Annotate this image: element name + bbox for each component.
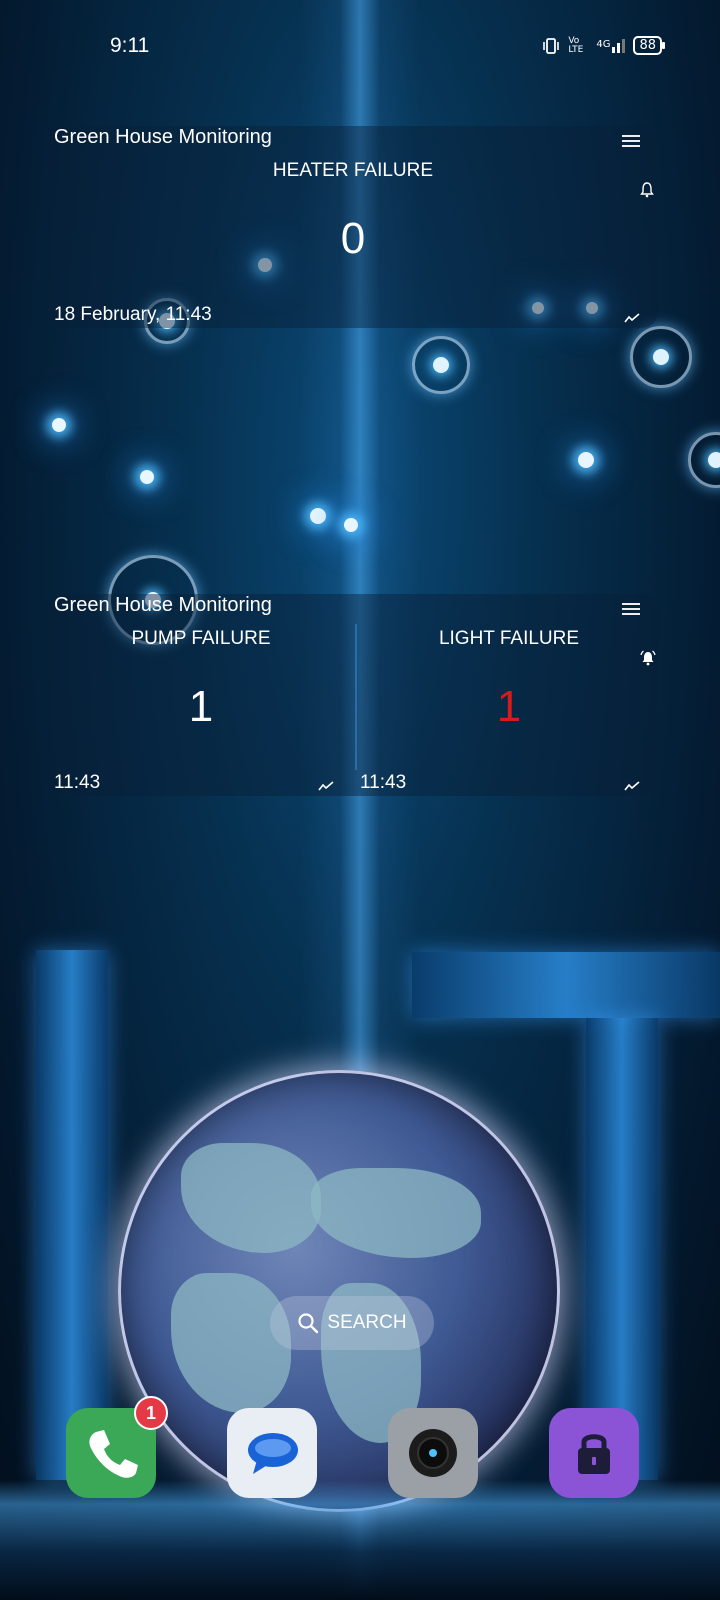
light-failure-value: 1 — [496, 682, 522, 731]
menu-icon[interactable] — [622, 603, 640, 617]
signal-icon: 4G — [596, 38, 626, 53]
status-icons: Vo LTE 4G 88 — [542, 35, 665, 55]
network-ring — [412, 336, 470, 394]
lock-app-icon[interactable] — [549, 1408, 639, 1498]
light-timestamp: 11:43 — [360, 772, 407, 793]
network-ring — [688, 432, 720, 488]
bell-icon[interactable] — [640, 182, 654, 198]
camera-app-icon[interactable] — [388, 1408, 478, 1498]
status-bar: 9:11 Vo LTE 4G 88 — [0, 0, 720, 94]
network-node — [52, 418, 66, 432]
search-icon — [298, 1313, 319, 1334]
heater-timestamp: 18 February, 11:43 — [54, 304, 212, 325]
pump-light-failure-widget[interactable]: Green House Monitoring PUMP FAILURE 1 11… — [48, 594, 658, 796]
trend-chart-icon[interactable] — [318, 780, 334, 792]
bell-ringing-icon[interactable] — [640, 650, 656, 666]
messages-icon — [248, 1433, 298, 1474]
clock: 9:11 — [110, 34, 150, 57]
search-button[interactable]: SEARCH — [270, 1296, 434, 1350]
pump-failure-value: 1 — [188, 682, 214, 731]
light-failure-label: LIGHT FAILURE — [438, 628, 580, 649]
network-node — [140, 470, 154, 484]
network-node — [310, 508, 326, 524]
network-node — [344, 518, 358, 532]
battery-icon: 88 — [633, 36, 665, 55]
camera-icon — [409, 1429, 457, 1477]
network-ring — [630, 326, 692, 388]
phone-notification-badge: 1 — [134, 1396, 168, 1430]
widget-title: Green House Monitoring — [54, 126, 272, 148]
heater-failure-widget[interactable]: Green House Monitoring HEATER FAILURE 0 … — [48, 126, 658, 328]
trend-chart-icon[interactable] — [624, 312, 640, 324]
menu-icon[interactable] — [622, 135, 640, 149]
vibrate-icon — [543, 37, 560, 54]
letter-i-pillar — [36, 950, 108, 1480]
pump-failure-label: PUMP FAILURE — [131, 628, 271, 649]
heater-failure-label: HEATER FAILURE — [272, 160, 434, 181]
volte-label: Vo LTE — [568, 35, 584, 55]
pump-timestamp: 11:43 — [54, 772, 101, 793]
letter-t-bar — [412, 952, 720, 1018]
globe-image — [118, 1070, 560, 1512]
messages-app-icon[interactable] — [227, 1408, 317, 1498]
heater-failure-value: 0 — [340, 214, 366, 263]
lock-icon — [578, 1434, 610, 1474]
trend-chart-icon[interactable] — [624, 780, 640, 792]
network-node — [578, 452, 594, 468]
widget-title: Green House Monitoring — [54, 594, 272, 616]
search-label: SEARCH — [327, 1312, 407, 1333]
